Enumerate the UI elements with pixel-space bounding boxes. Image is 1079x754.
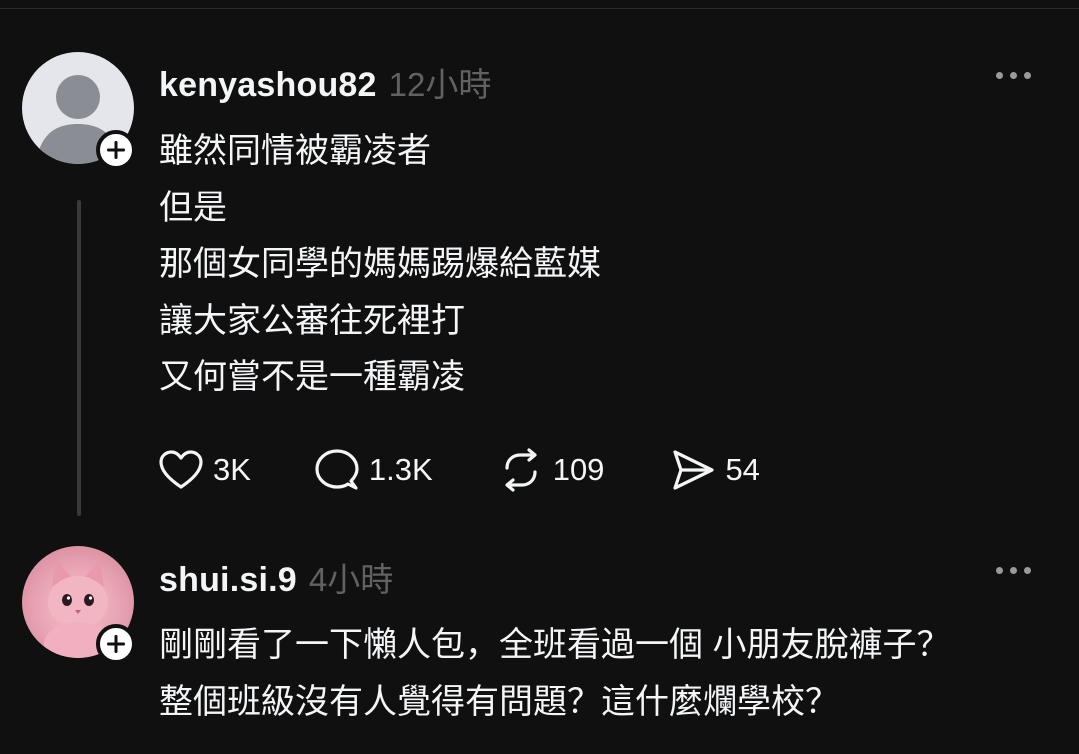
repost-count: 109 — [552, 452, 605, 487]
post-avatar[interactable] — [22, 52, 136, 170]
timestamp: 4小時 — [308, 561, 394, 598]
comment-count: 1.3K — [368, 452, 433, 487]
username[interactable]: shui.si.9 — [159, 561, 297, 600]
more-options-icon[interactable] — [996, 72, 1031, 79]
post-avatar[interactable] — [22, 546, 136, 664]
like-count: 3K — [213, 452, 251, 487]
post-header: kenyashou82 12小時 — [159, 58, 491, 106]
heart-icon — [159, 450, 203, 489]
comment-button[interactable]: 1.3K — [314, 448, 433, 492]
plus-icon — [107, 635, 125, 653]
thread-connector-line — [77, 200, 81, 516]
share-count: 54 — [725, 452, 760, 487]
repost-button[interactable]: 109 — [498, 447, 605, 493]
send-icon — [673, 450, 715, 490]
post-header: shui.si.9 4小時 — [159, 553, 393, 601]
post-actions: 3K 1.3K 109 54 — [158, 446, 760, 494]
post-body: 雖然同情被霸凌者 但是 那個女同學的媽媽踢爆給藍媒 讓大家公審往死裡打 又何嘗不… — [159, 132, 601, 396]
follow-button[interactable] — [96, 624, 136, 664]
post-body: 剛剛看了一下懶人包，全班看過一個 小朋友脫褲子？ 整個班級沒有人覺得有問題？這什… — [159, 626, 951, 721]
repost-icon — [505, 448, 537, 492]
top-divider — [0, 8, 1079, 9]
comment-icon — [315, 449, 359, 490]
username[interactable]: kenyashou82 — [159, 66, 377, 105]
more-options-icon[interactable] — [996, 567, 1031, 574]
follow-button[interactable] — [96, 130, 136, 170]
plus-icon — [107, 141, 125, 159]
timestamp: 12小時 — [388, 66, 492, 103]
share-button[interactable]: 54 — [670, 448, 760, 492]
like-button[interactable]: 3K — [158, 449, 251, 491]
